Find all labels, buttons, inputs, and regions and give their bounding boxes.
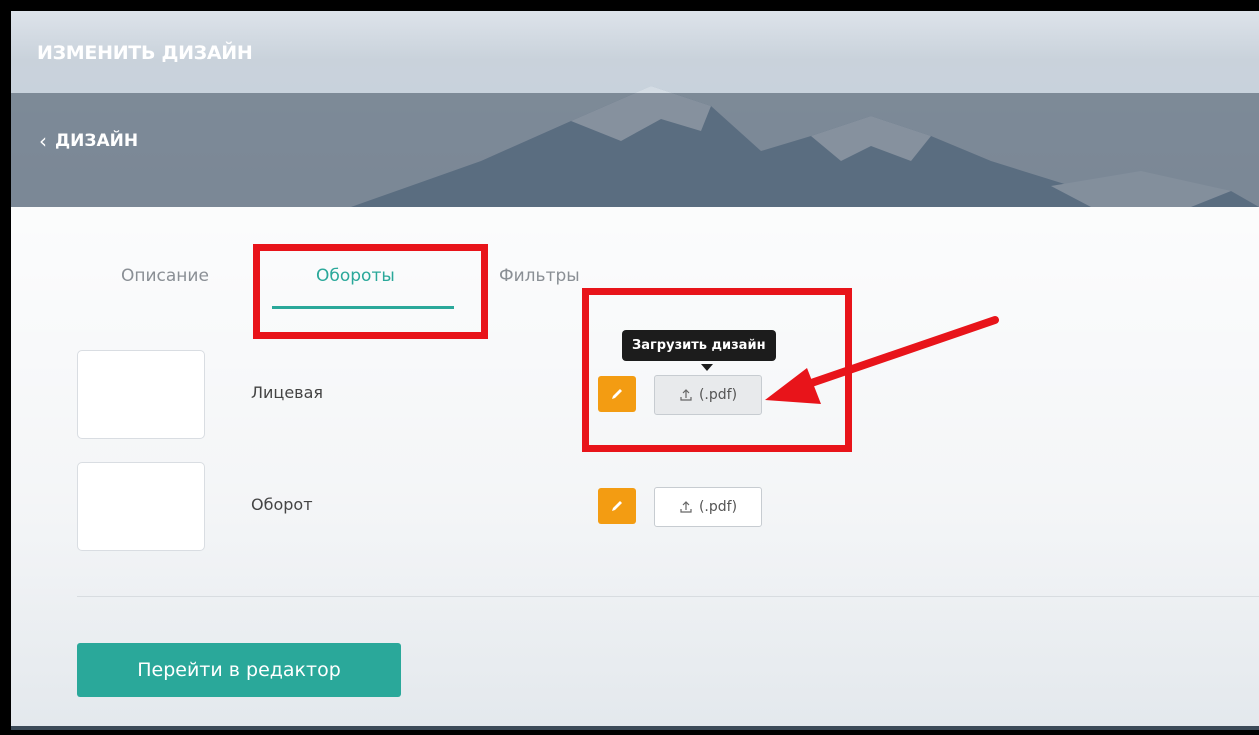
pencil-icon bbox=[612, 501, 622, 511]
back-link[interactable]: ‹ ДИЗАЙН bbox=[39, 129, 138, 153]
go-to-editor-button[interactable]: Перейти в редактор bbox=[77, 643, 401, 697]
bottom-strip bbox=[11, 726, 1259, 730]
upload-icon bbox=[680, 501, 692, 513]
tab-description[interactable]: Описание bbox=[121, 266, 209, 286]
back-label: ДИЗАЙН bbox=[55, 131, 139, 151]
back-upload-button[interactable]: (.pdf) bbox=[654, 487, 762, 527]
tab-filters[interactable]: Фильтры bbox=[499, 266, 580, 286]
front-thumbnail bbox=[77, 350, 205, 439]
back-edit-button[interactable] bbox=[598, 488, 636, 524]
chevron-left-icon: ‹ bbox=[39, 129, 47, 153]
page-title: ИЗМЕНИТЬ ДИЗАЙН bbox=[37, 42, 253, 64]
annotation-box-tab bbox=[253, 244, 488, 339]
back-side-label: Оборот bbox=[251, 495, 313, 514]
sub-bar bbox=[11, 93, 1259, 207]
annotation-arrow bbox=[765, 316, 999, 404]
back-upload-label: (.pdf) bbox=[698, 499, 738, 515]
section-divider bbox=[77, 596, 1259, 597]
back-thumbnail bbox=[77, 462, 205, 551]
front-label: Лицевая bbox=[251, 383, 324, 402]
app-frame: ИЗМЕНИТЬ ДИЗАЙН ‹ ДИЗАЙН Описание Оборот… bbox=[11, 11, 1259, 730]
